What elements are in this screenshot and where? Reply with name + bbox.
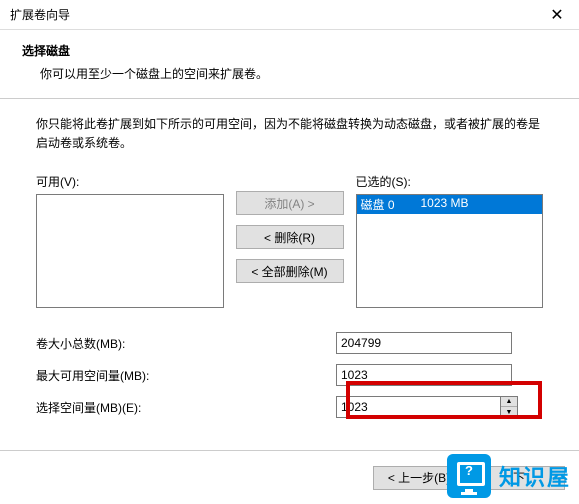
selected-listbox[interactable]: 磁盘 0 1023 MB [356, 194, 544, 308]
total-size-field [336, 332, 512, 354]
remove-button[interactable]: < 删除(R) [236, 225, 344, 249]
chevron-down-icon: ▼ [506, 409, 513, 416]
spinner-up-button[interactable]: ▲ [501, 397, 517, 407]
available-label: 可用(V): [36, 173, 224, 190]
instruction-text: 你只能将此卷扩展到如下所示的可用空间，因为不能将磁盘转换为动态磁盘，或者被扩展的… [36, 115, 543, 153]
close-button[interactable]: ✕ [535, 0, 579, 30]
selected-label: 已选的(S): [356, 173, 544, 190]
chevron-up-icon: ▲ [506, 398, 513, 405]
watermark-text: 知识屋 [499, 460, 571, 492]
window-title: 扩展卷向导 [10, 6, 70, 23]
list-item[interactable]: 磁盘 0 1023 MB [357, 195, 543, 214]
close-icon: ✕ [550, 5, 563, 25]
disk-name: 磁盘 0 [361, 196, 421, 213]
header-title: 选择磁盘 [22, 42, 557, 59]
add-button[interactable]: 添加(A) > [236, 191, 344, 215]
spinner-down-button[interactable]: ▼ [501, 407, 517, 417]
max-space-field [336, 364, 512, 386]
disk-size: 1023 MB [421, 196, 539, 213]
available-listbox[interactable] [36, 194, 224, 308]
remove-all-button[interactable]: < 全部删除(M) [236, 259, 344, 283]
max-space-label: 最大可用空间量(MB): [36, 367, 336, 384]
select-space-label: 选择空间量(MB)(E): [36, 399, 336, 416]
total-size-label: 卷大小总数(MB): [36, 335, 336, 352]
header-subtitle: 你可以用至少一个磁盘上的空间来扩展卷。 [22, 65, 557, 82]
watermark-icon [447, 454, 491, 498]
select-space-input[interactable] [336, 396, 500, 418]
watermark: 知识屋 [447, 454, 571, 498]
